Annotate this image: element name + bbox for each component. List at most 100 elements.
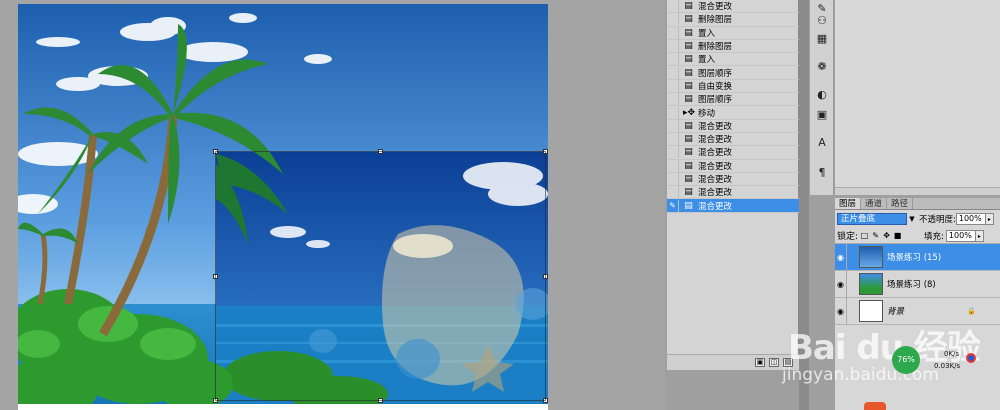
history-item[interactable]: ▤ 混合更改 xyxy=(667,119,799,133)
layer-icon: ▤ xyxy=(684,174,693,184)
tab-channels[interactable]: 通道 xyxy=(861,198,888,209)
layer-icon: ▤ xyxy=(684,41,693,52)
panel-divider xyxy=(799,0,809,410)
history-item-label: 移动 xyxy=(698,108,716,119)
lock-pixels-icon[interactable]: ✎ xyxy=(871,231,880,240)
lock-transparency-icon[interactable]: □ xyxy=(860,231,869,240)
history-source-checkbox[interactable] xyxy=(667,66,679,79)
history-source-checkbox[interactable] xyxy=(667,93,679,106)
layer-list: ◉ 场景练习 (15) ◉ 场景练习 (8) ◉ 背景 🔒 xyxy=(835,243,1000,325)
history-item[interactable]: ▤ 混合更改 xyxy=(667,159,799,173)
layer-name: 背景 xyxy=(887,307,905,317)
history-source-checkbox[interactable] xyxy=(667,40,679,53)
history-item[interactable]: ▤ 混合更改 xyxy=(667,146,799,160)
history-source-checkbox[interactable] xyxy=(667,0,679,13)
download-speed: 0.03K/s xyxy=(934,362,961,370)
canvas-area[interactable] xyxy=(0,0,665,410)
fill-arrow-icon[interactable]: ▸ xyxy=(975,229,984,242)
layer-row[interactable]: ◉ 场景练习 (15) xyxy=(835,243,1000,271)
history-item[interactable]: ▤ 混合更改 xyxy=(667,186,799,200)
history-source-checkbox[interactable] xyxy=(667,173,679,185)
document-bottom-edge xyxy=(18,404,548,410)
history-item-label: 置入 xyxy=(698,55,716,66)
history-item[interactable]: ▸✥ 移动 xyxy=(667,106,799,120)
layer-icon: ▤ xyxy=(684,94,693,105)
lock-label: 锁定: xyxy=(837,232,859,242)
layer-name: 场景练习 (8) xyxy=(887,280,936,290)
upper-right-panel xyxy=(835,0,1000,195)
network-percent: 76% xyxy=(892,346,920,374)
history-source-checkbox[interactable] xyxy=(667,106,679,119)
move-icon: ▸✥ xyxy=(683,107,696,118)
history-item-label: 混合更改 xyxy=(698,175,733,185)
history-item-label: 混合更改 xyxy=(698,161,733,172)
history-item-label: 置入 xyxy=(698,28,716,39)
layer-icon: ▤ xyxy=(684,120,693,131)
history-item[interactable]: ▤ 混合更改 xyxy=(667,173,799,187)
layer-icon: ▤ xyxy=(684,54,693,65)
history-brush-source-icon[interactable]: ✎ xyxy=(667,199,679,212)
eye-icon[interactable]: ◉ xyxy=(835,243,847,271)
layer-icon: ▤ xyxy=(684,80,693,91)
history-item[interactable]: ▤ 置入 xyxy=(667,26,799,40)
history-item[interactable]: ▤ 自由变换 xyxy=(667,79,799,94)
opacity-arrow-icon[interactable]: ▸ xyxy=(985,213,994,225)
history-item-label: 混合更改 xyxy=(698,148,733,159)
eye-icon[interactable]: ◉ xyxy=(835,270,847,298)
history-item[interactable]: ▤ 混合更改 xyxy=(667,133,799,147)
history-source-checkbox[interactable] xyxy=(667,186,679,199)
history-source-checkbox[interactable] xyxy=(667,26,679,39)
new-snapshot-icon[interactable]: ◫ xyxy=(769,358,779,367)
masks-icon[interactable]: ▣ xyxy=(814,108,830,122)
blend-mode-select[interactable]: 正片叠底 xyxy=(837,213,907,225)
history-source-checkbox[interactable] xyxy=(667,13,679,26)
character-icon[interactable]: A xyxy=(814,136,830,150)
history-item[interactable]: ▤ 删除图层 xyxy=(667,13,799,27)
history-source-checkbox[interactable] xyxy=(667,146,679,159)
trash-icon[interactable]: ▤ xyxy=(783,358,793,367)
history-item[interactable]: ▤ 图层顺序 xyxy=(667,93,799,107)
network-speed-widget[interactable]: 76% 0K/s 0.03K/s xyxy=(892,346,976,374)
history-item[interactable]: ▤ 删除图层 xyxy=(667,40,799,54)
document-canvas[interactable] xyxy=(18,4,548,404)
tab-paths[interactable]: 路径 xyxy=(887,198,914,209)
lock-row: 锁定: □ ✎ ✥ ■ 填充: 100% ▸ xyxy=(835,228,1000,244)
layers-panel-tabs: 图层 通道 路径 xyxy=(835,198,1000,210)
layer-row[interactable]: ◉ 背景 🔒 xyxy=(835,297,1000,325)
history-item[interactable]: ▤ 置入 xyxy=(667,53,799,67)
upload-speed: 0K/s xyxy=(944,350,960,358)
history-item[interactable]: ✎ ▤ 混合更改 xyxy=(667,199,799,213)
history-item-label: 删除图层 xyxy=(698,15,733,26)
opacity-input[interactable]: 100% xyxy=(955,213,986,225)
chevron-down-icon[interactable]: ▼ xyxy=(907,213,917,225)
lock-position-icon[interactable]: ✥ xyxy=(882,231,891,240)
layer-icon: ▤ xyxy=(684,200,693,211)
history-source-checkbox[interactable] xyxy=(667,133,679,146)
history-source-checkbox[interactable] xyxy=(667,53,679,66)
layer-name: 场景练习 (15) xyxy=(887,253,942,263)
tool-preset-icon[interactable]: ▦ xyxy=(814,32,830,46)
layer-icon: ▤ xyxy=(684,67,693,78)
tab-layers[interactable]: 图层 xyxy=(835,198,862,209)
history-item[interactable]: ▤ 混合更改 xyxy=(667,0,799,14)
adjustments-icon[interactable]: ◐ xyxy=(814,88,830,102)
color-palette-icon[interactable]: ❁ xyxy=(814,60,830,74)
lock-icon: 🔒 xyxy=(967,307,976,315)
layer-row[interactable]: ◉ 场景练习 (8) xyxy=(835,270,1000,298)
history-item[interactable]: ▤ 图层顺序 xyxy=(667,66,799,80)
clone-source-icon[interactable]: ⚇ xyxy=(814,14,830,28)
eye-icon[interactable]: ◉ xyxy=(835,297,847,325)
history-source-checkbox[interactable] xyxy=(667,79,679,92)
new-document-from-state-icon[interactable]: ▣ xyxy=(755,358,765,367)
history-source-checkbox[interactable] xyxy=(667,159,679,172)
paragraph-icon[interactable]: ¶ xyxy=(814,166,830,180)
panel-icon-strip: ✎ ⚇ ▦ ❁ ◐ ▣ A ¶ xyxy=(810,0,834,195)
taskbar-orange-icon xyxy=(864,402,886,410)
layer-icon: ▤ xyxy=(684,187,693,198)
history-source-checkbox[interactable] xyxy=(667,119,679,132)
history-list: ▤ 混合更改 ▤ 删除图层 ▤ 置入 ▤ 删除图层 ▤ 置入 ▤ 图层顺序 ▤ 自由变换 ▤ 图层顺序 ▸✥ 移动… xyxy=(667,0,799,213)
layers-panel: 图层 通道 路径 正片叠底 ▼ 不透明度: 100% ▸ 锁定: □ ✎ ✥ ■… xyxy=(835,198,1000,410)
history-item-label: 混合更改 xyxy=(698,121,733,132)
lock-all-icon[interactable]: ■ xyxy=(893,231,902,240)
fill-input[interactable]: 100% xyxy=(945,229,976,242)
